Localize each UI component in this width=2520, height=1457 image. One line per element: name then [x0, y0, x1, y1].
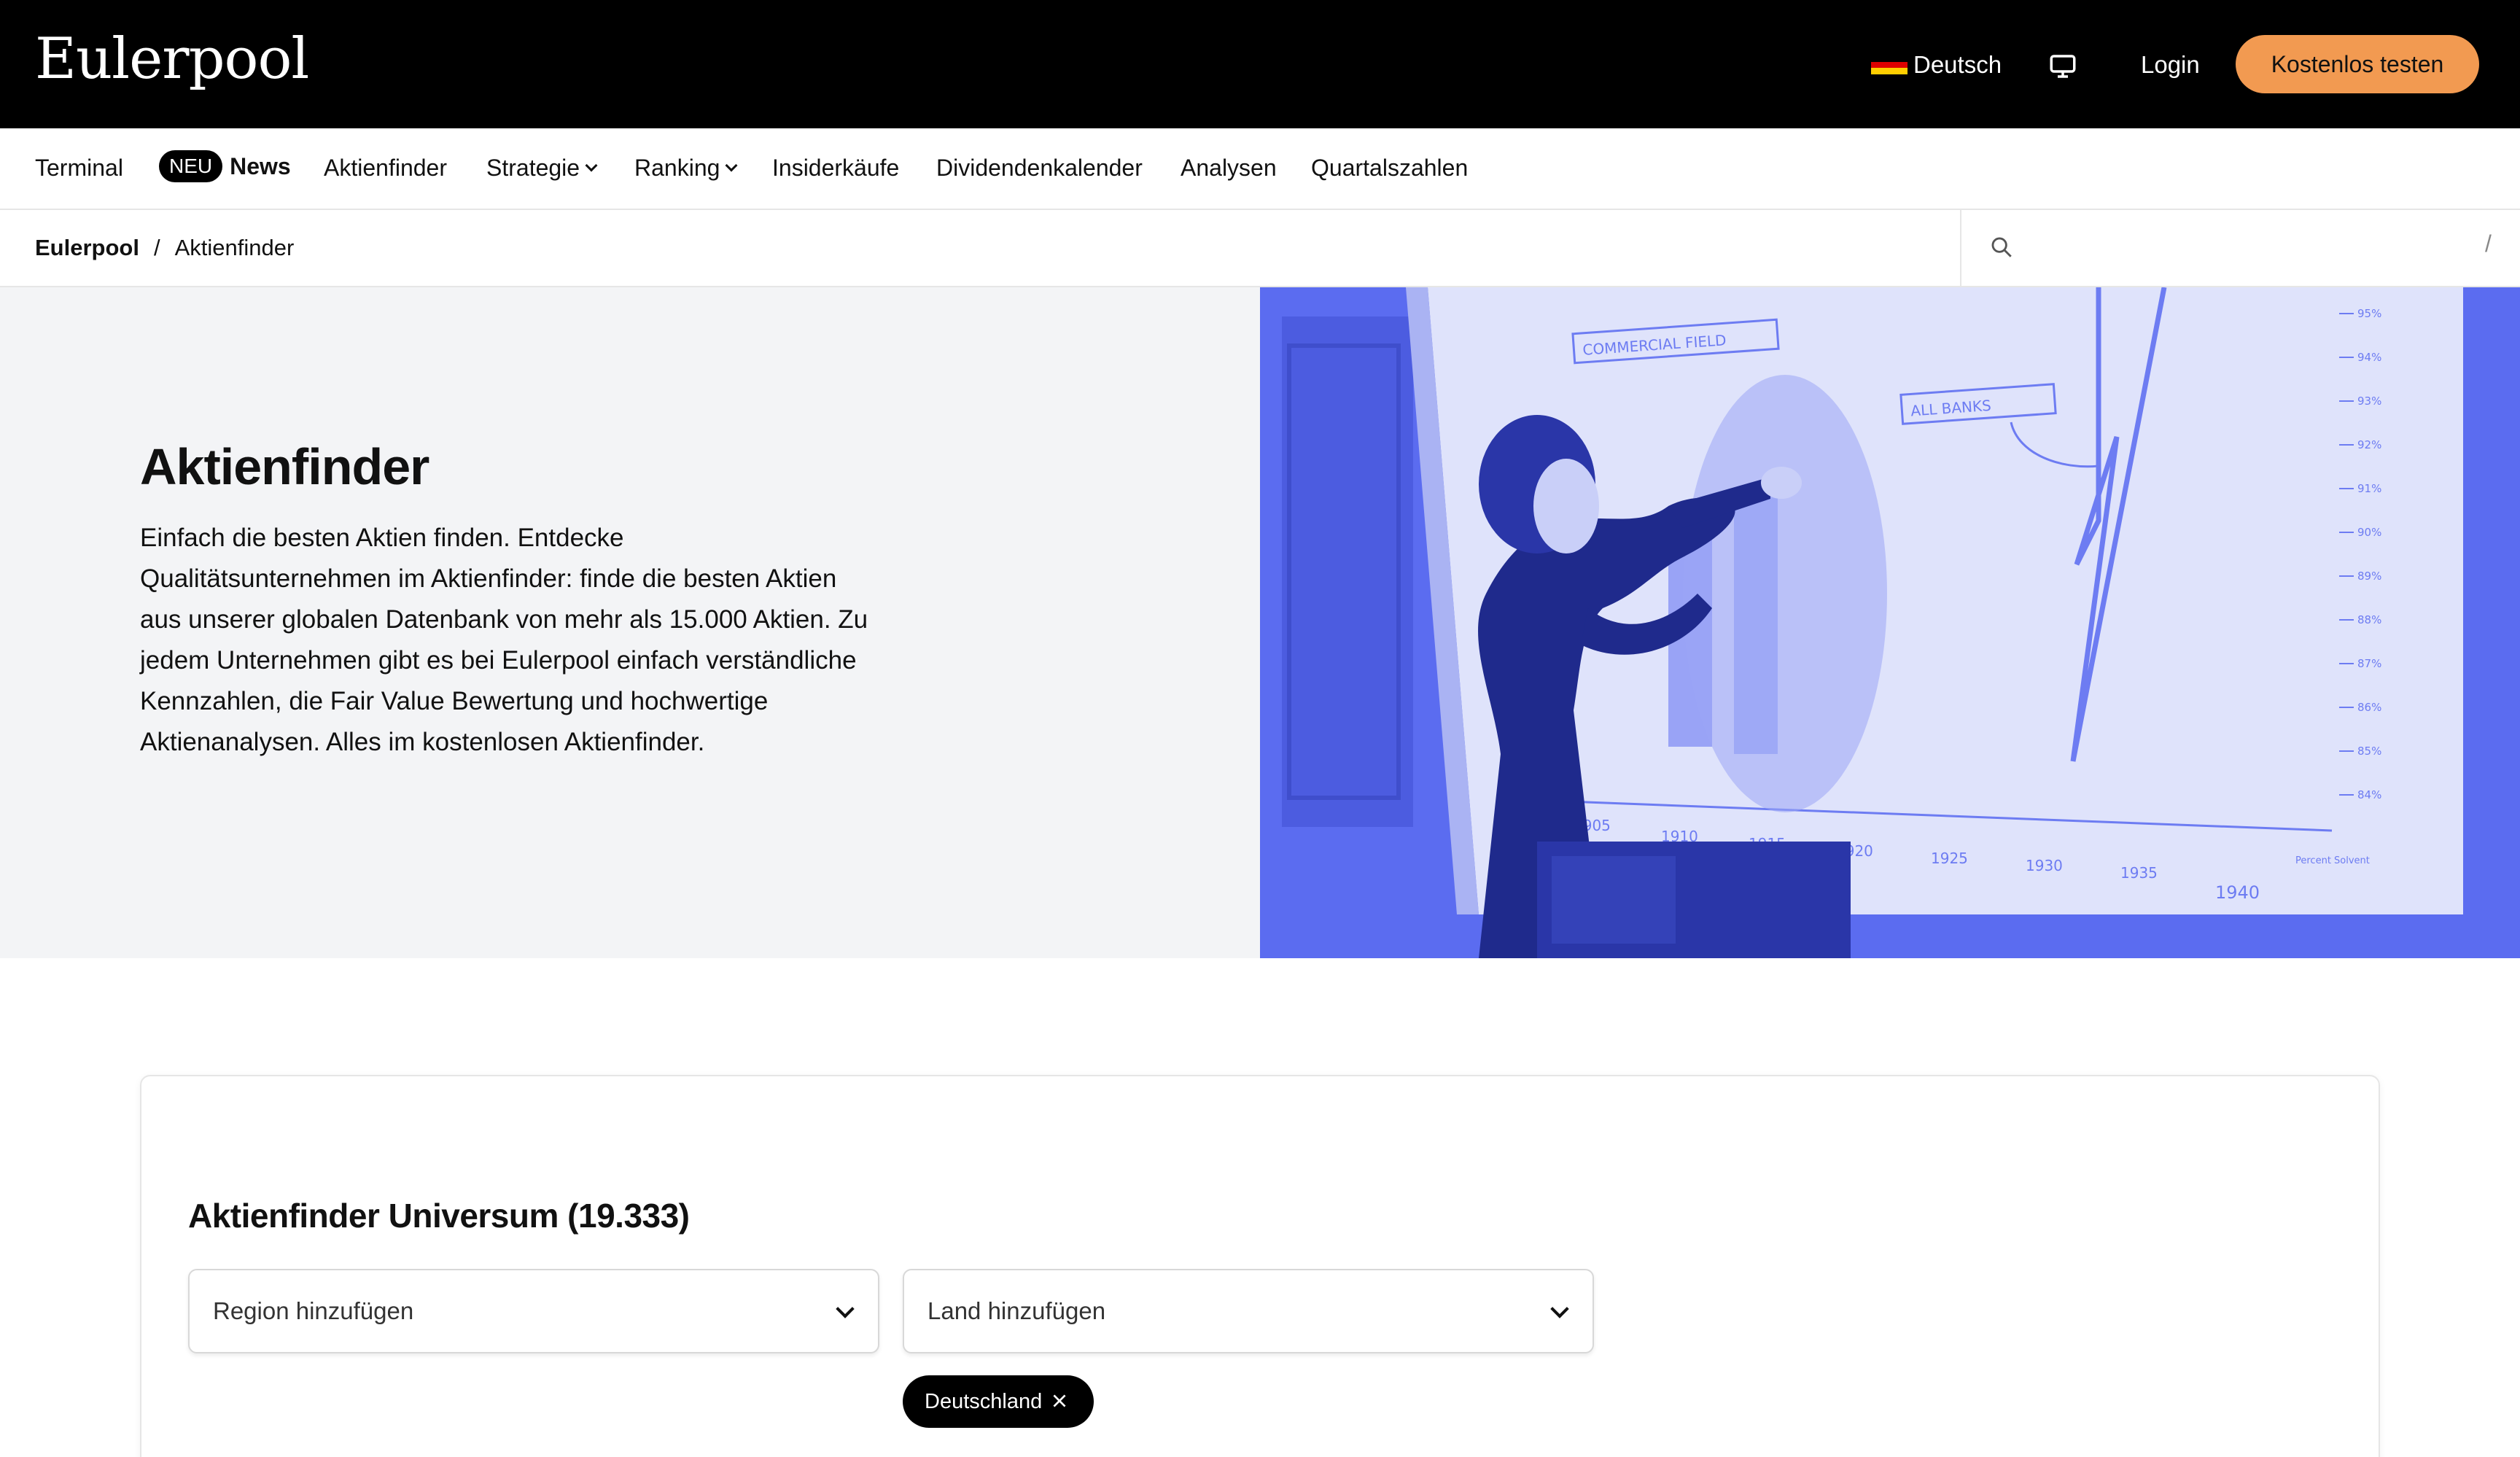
- hero-description: Einfach die besten Aktien finden. Entdec…: [140, 524, 868, 756]
- nav-item-strategie[interactable]: Strategie: [486, 155, 598, 182]
- nav-item-label: Terminal: [35, 155, 123, 181]
- chevron-down-icon: [1550, 1299, 1569, 1318]
- language-switcher[interactable]: Deutsch: [1871, 51, 2002, 79]
- country-select-placeholder: Land hinzufügen: [928, 1297, 1106, 1324]
- nav-item-quartalszahlen[interactable]: Quartalszahlen: [1311, 155, 1468, 182]
- top-bar: Eulerpool Deutsch Login Kostenlos testen: [0, 0, 2520, 128]
- search-box[interactable]: [1960, 210, 2520, 287]
- breadcrumb-current: Aktienfinder: [174, 235, 295, 260]
- filter-chip-label: Deutschland: [925, 1389, 1043, 1413]
- svg-text:85%: 85%: [2357, 745, 2381, 758]
- nav-item-ranking[interactable]: Ranking: [634, 155, 738, 182]
- page-title: Aktienfinder: [140, 438, 429, 495]
- nav-item-aktienfinder[interactable]: Aktienfinder: [324, 155, 447, 182]
- svg-text:1935: 1935: [2120, 864, 2158, 882]
- hero-image: COMMERCIAL FIELD ALL BANKS 95% 94% 93% 9…: [1260, 287, 2520, 958]
- nav-item-label: Ranking: [634, 155, 720, 181]
- screener-title: Aktienfinder Universum (19.333): [188, 1197, 690, 1235]
- breadcrumb-separator: /: [153, 235, 160, 260]
- eulerpool-logo[interactable]: Eulerpool: [35, 26, 309, 92]
- free-trial-button[interactable]: Kostenlos testen: [2236, 35, 2479, 93]
- svg-text:84%: 84%: [2357, 788, 2381, 801]
- nav-item-insiderkaeufe[interactable]: Insiderkäufe: [772, 155, 899, 182]
- hero-illustration: COMMERCIAL FIELD ALL BANKS 95% 94% 93% 9…: [1260, 287, 2520, 958]
- svg-text:87%: 87%: [2357, 657, 2381, 670]
- close-icon[interactable]: [1050, 1391, 1069, 1410]
- search-shortcut-hint: /: [2485, 230, 2492, 257]
- screener-card: Aktienfinder Universum (19.333) Region h…: [140, 1075, 2380, 1457]
- svg-text:1925: 1925: [1931, 850, 1968, 867]
- language-label: Deutsch: [1913, 51, 2002, 78]
- breadcrumb-home-link[interactable]: Eulerpool: [35, 235, 139, 261]
- login-link[interactable]: Login: [2141, 51, 2200, 79]
- region-select-placeholder: Region hinzufügen: [213, 1297, 414, 1324]
- svg-text:90%: 90%: [2357, 526, 2381, 539]
- nav-item-label: Quartalszahlen: [1311, 155, 1469, 181]
- chevron-down-icon: [585, 159, 598, 171]
- chevron-down-icon: [725, 159, 738, 171]
- svg-text:93%: 93%: [2357, 395, 2381, 408]
- nav-item-label: Aktienfinder: [324, 155, 447, 181]
- svg-text:86%: 86%: [2357, 701, 2381, 714]
- nav-item-analysen[interactable]: Analysen: [1181, 155, 1277, 182]
- svg-text:89%: 89%: [2357, 570, 2381, 583]
- monitor-icon[interactable]: [2048, 51, 2078, 82]
- nav-item-label: Strategie: [486, 155, 580, 181]
- region-select[interactable]: Region hinzufügen: [188, 1269, 879, 1353]
- nav-item-label: Analysen: [1181, 155, 1277, 181]
- nav-item-news[interactable]: NEU News: [159, 150, 291, 182]
- nav-item-label: News: [230, 152, 291, 179]
- breadcrumb: Eulerpool / Aktienfinder: [35, 235, 294, 261]
- svg-text:1930: 1930: [2026, 857, 2063, 874]
- breadcrumb-bar: Eulerpool / Aktienfinder /: [0, 210, 2520, 287]
- chevron-down-icon: [836, 1299, 855, 1318]
- svg-text:1940: 1940: [2215, 882, 2260, 903]
- hero-section: Aktienfinder Einfach die besten Aktien f…: [0, 287, 2520, 958]
- main-nav: Terminal NEU News Aktienfinder Strategie…: [0, 128, 2520, 210]
- svg-text:Percent Solvent: Percent Solvent: [2295, 855, 2370, 866]
- nav-item-label: Insiderkäufe: [772, 155, 900, 181]
- country-select[interactable]: Land hinzufügen: [903, 1269, 1594, 1353]
- nav-item-dividendenkalender[interactable]: Dividendenkalender: [936, 155, 1143, 182]
- svg-text:88%: 88%: [2357, 613, 2381, 626]
- svg-text:91%: 91%: [2357, 482, 2381, 495]
- new-badge: NEU: [159, 150, 223, 182]
- svg-text:92%: 92%: [2357, 438, 2381, 451]
- filter-chip-deutschland[interactable]: Deutschland: [903, 1375, 1094, 1428]
- search-input[interactable]: [2034, 229, 2443, 268]
- svg-text:94%: 94%: [2357, 351, 2381, 364]
- search-icon: [1991, 237, 2012, 257]
- svg-text:95%: 95%: [2357, 307, 2381, 320]
- nav-item-terminal[interactable]: Terminal: [35, 155, 123, 182]
- germany-flag-icon: [1871, 55, 1908, 75]
- nav-item-label: Dividendenkalender: [936, 155, 1143, 181]
